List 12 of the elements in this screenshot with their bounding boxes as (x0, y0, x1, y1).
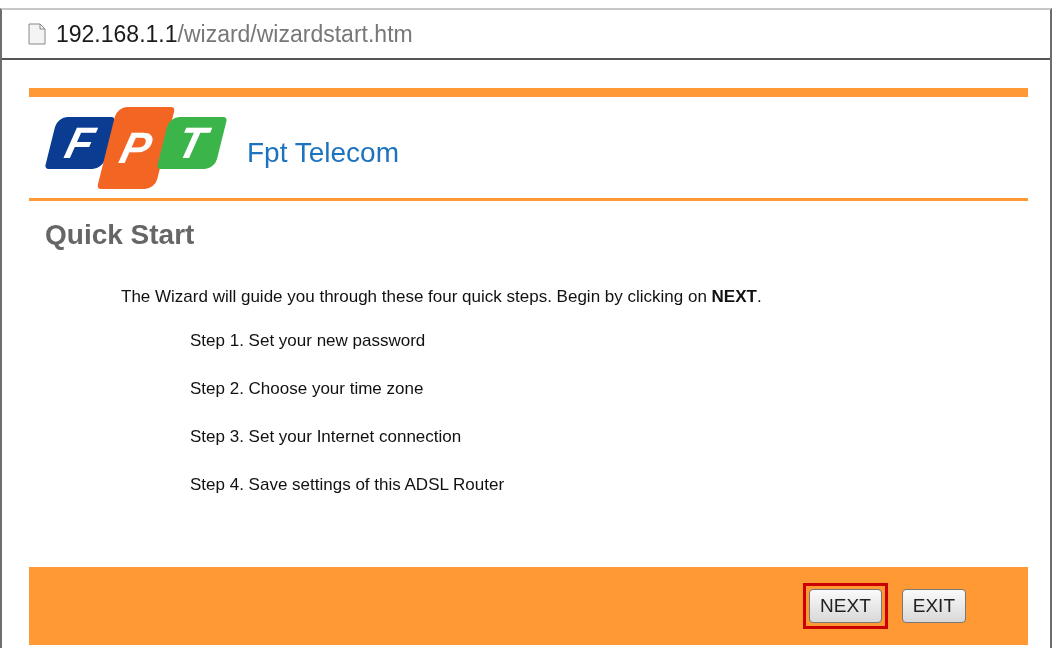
exit-button[interactable]: EXIT (901, 589, 966, 623)
address-url[interactable]: 192.168.1.1/wizard/wizardstart.htm (56, 20, 413, 48)
step-text: Step 4. Save settings of this ADSL Router (190, 475, 506, 495)
intro-text: The Wizard will guide you through these four quick steps. Begin by clicking on NEXT. (121, 287, 763, 307)
step-text: Step 3. Set your Internet connection (190, 427, 463, 447)
next-button[interactable]: NEXT (809, 589, 882, 623)
page-icon (28, 23, 46, 45)
logo-drawing: F P T (37, 102, 233, 193)
page-heading: Quick Start (45, 219, 196, 251)
brand-name: Fpt Telecom (247, 136, 399, 169)
step-text: Step 1. Set your new password (190, 331, 427, 351)
step-text: Step 2. Choose your time zone (190, 379, 425, 399)
